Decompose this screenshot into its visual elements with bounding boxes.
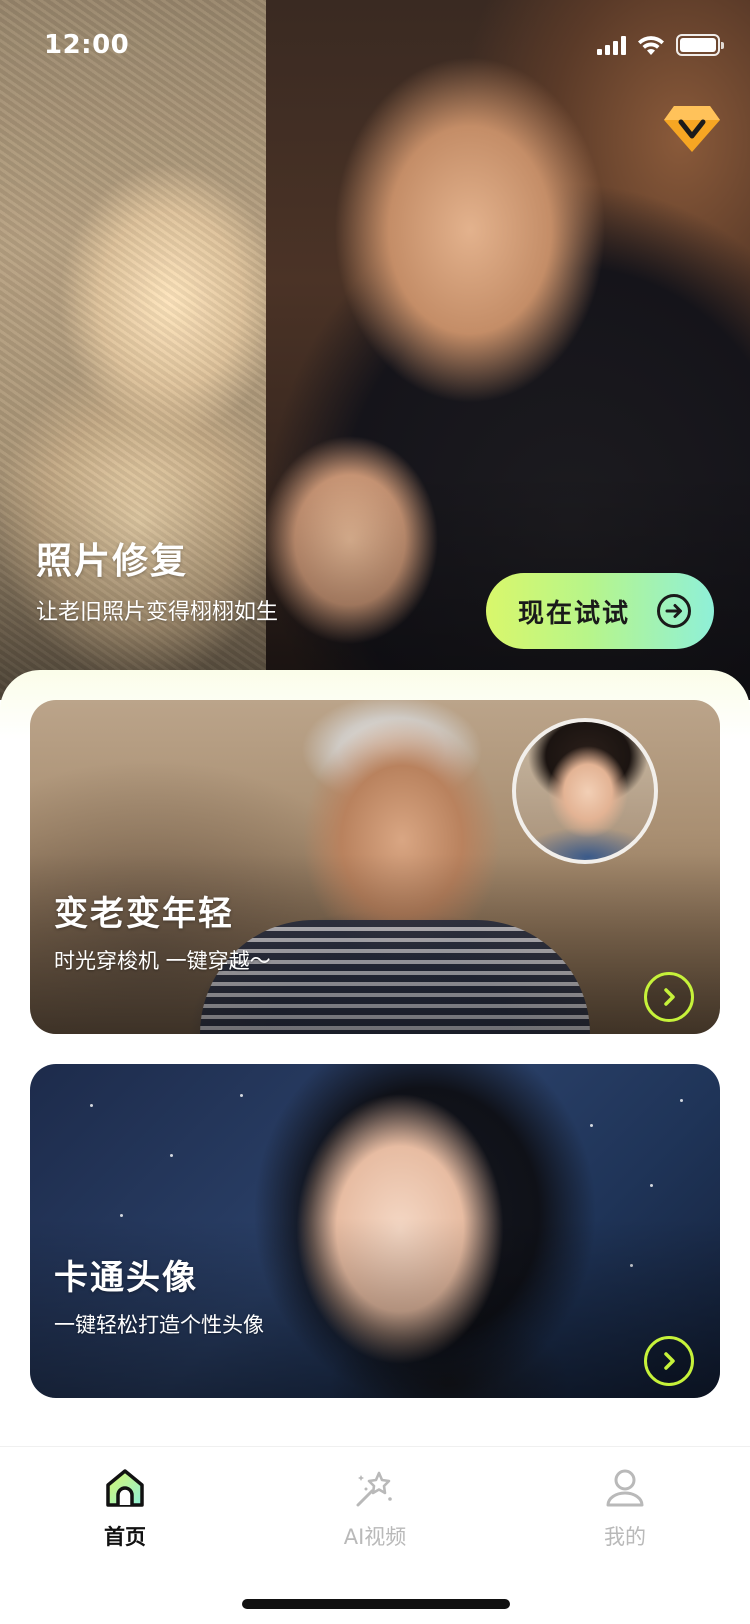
home-icon [106, 1469, 144, 1507]
status-bar: 12:00 [0, 0, 750, 96]
user-icon [606, 1469, 644, 1507]
try-now-button[interactable]: 现在试试 [486, 573, 714, 649]
child-avatar [512, 718, 658, 864]
card-title: 卡通头像 [54, 1258, 198, 1298]
tab-profile[interactable]: 我的 [545, 1465, 705, 1565]
tab-label: 我的 [604, 1525, 646, 1549]
tab-home[interactable]: 首页 [45, 1465, 205, 1565]
card-title: 变老变年轻 [54, 894, 234, 934]
bottom-tab-bar: 首页 AI视频 我的 [0, 1446, 750, 1624]
vip-diamond-icon[interactable] [662, 100, 722, 156]
chevron-right-icon [664, 1352, 675, 1370]
home-indicator [242, 1599, 510, 1609]
card-cartoon-avatar[interactable]: 卡通头像 一键轻松打造个性头像 [30, 1064, 720, 1398]
status-time: 12:00 [44, 30, 130, 60]
wifi-icon [638, 36, 664, 55]
card-subtitle: 时光穿梭机 一键穿越～ [54, 949, 271, 973]
hero-subtitle: 让老旧照片变得栩栩如生 [36, 600, 279, 625]
card-age-transform[interactable]: 变老变年轻 时光穿梭机 一键穿越～ [30, 700, 720, 1034]
battery-icon [676, 34, 724, 56]
magic-wand-icon [356, 1471, 392, 1507]
try-now-label: 现在试试 [518, 598, 631, 629]
arrow-circle-right-icon [657, 594, 691, 628]
chevron-right-icon [664, 988, 675, 1006]
tab-ai-video[interactable]: AI视频 [295, 1465, 455, 1565]
card-arrow-button[interactable] [644, 1336, 694, 1386]
signal-icon [597, 35, 626, 55]
tab-label: 首页 [104, 1525, 146, 1549]
hero-title: 照片修复 [36, 541, 189, 582]
home-screen: 12:00 照片修复 让老旧照片变得栩栩如生 现在试试 变老变年轻 时光穿梭机 … [0, 0, 750, 1624]
tab-label: AI视频 [343, 1525, 407, 1549]
card-subtitle: 一键轻松打造个性头像 [54, 1313, 264, 1337]
card-arrow-button[interactable] [644, 972, 694, 1022]
